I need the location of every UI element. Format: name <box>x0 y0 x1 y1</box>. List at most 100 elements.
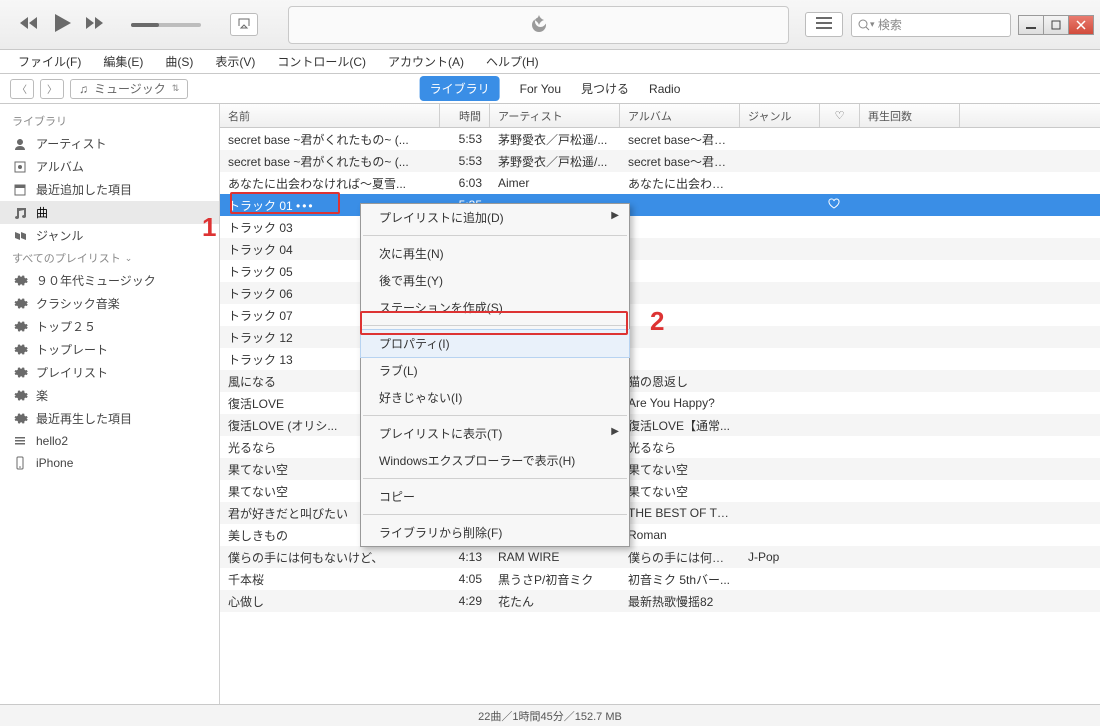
sidebar-pl-6[interactable]: 最近再生した項目 <box>0 407 219 430</box>
gear-icon <box>12 319 28 335</box>
next-icon[interactable] <box>86 16 106 33</box>
tab-radio[interactable]: Radio <box>649 82 680 96</box>
col-artist[interactable]: アーティスト <box>490 104 620 127</box>
sidebar-pl-4[interactable]: プレイリスト <box>0 361 219 384</box>
table-row[interactable]: 千本桜4:05黒うさP/初音ミク初音ミク 5thバー... <box>220 568 1100 590</box>
cell-album: 初音ミク 5thバー... <box>620 571 740 588</box>
sidebar-lib-0[interactable]: アーティスト <box>0 132 219 155</box>
chevron-down-icon: ⌄ <box>125 253 133 264</box>
sidebar-header-playlists[interactable]: すべてのプレイリスト⌄ <box>0 247 219 269</box>
ctx-play-later[interactable]: 後で再生(Y) <box>361 267 629 294</box>
table-row[interactable]: 風になる猫の恩返し <box>220 370 1100 392</box>
sidebar-icon <box>12 159 28 175</box>
sidebar-lib-4[interactable]: ジャンル <box>0 224 219 247</box>
table-row[interactable]: secret base ~君がくれたもの~ (...5:53茅野愛衣／戸松遥/.… <box>220 128 1100 150</box>
sidebar-lib-1[interactable]: アルバム <box>0 155 219 178</box>
ctx-add-to-playlist[interactable]: プレイリストに追加(D)▶ <box>361 204 629 231</box>
cell-time: 5:53 <box>440 132 490 146</box>
tab-library[interactable]: ライブラリ <box>420 76 500 101</box>
nav-back-button[interactable]: 〈 <box>10 79 34 99</box>
status-bar: 22曲／1時間45分／152.7 MB <box>0 704 1100 726</box>
table-row[interactable]: 光るなら光るなら <box>220 436 1100 458</box>
cell-time: 4:29 <box>440 594 490 608</box>
sidebar-pl-1[interactable]: クラシック音楽 <box>0 292 219 315</box>
col-heart[interactable]: ♡ <box>820 104 860 127</box>
cell-name: secret base ~君がくれたもの~ (... <box>220 153 440 170</box>
menu-song[interactable]: 曲(S) <box>159 51 199 72</box>
table-row[interactable]: 僕らの手には何もないけど、4:13RAM WIRE僕らの手には何も...J-Po… <box>220 546 1100 568</box>
tab-browse[interactable]: 見つける <box>581 80 629 97</box>
table-row[interactable]: トラック 13 <box>220 348 1100 370</box>
menu-view[interactable]: 表示(V) <box>209 51 261 72</box>
sidebar-pl-7[interactable]: hello2 <box>0 430 219 452</box>
ctx-play-next[interactable]: 次に再生(N) <box>361 240 629 267</box>
table-row[interactable]: トラック 04 <box>220 238 1100 260</box>
search-input[interactable]: ▾ 検索 <box>851 13 1011 37</box>
table-row[interactable]: 復活LOVE (オリシ...復活LOVE【通常... <box>220 414 1100 436</box>
col-time[interactable]: 時間 <box>440 104 490 127</box>
sidebar-lib-2[interactable]: 最近追加した項目 <box>0 178 219 201</box>
menu-help[interactable]: ヘルプ(H) <box>480 51 545 72</box>
menu-account[interactable]: アカウント(A) <box>382 51 470 72</box>
sidebar-pl-2[interactable]: トップ２５ <box>0 315 219 338</box>
col-plays[interactable]: 再生回数 <box>860 104 960 127</box>
table-row[interactable]: 心做し4:29花たん最新热歌慢摇82 <box>220 590 1100 612</box>
menu-file[interactable]: ファイル(F) <box>12 51 87 72</box>
table-row[interactable]: 復活LOVEAre You Happy? <box>220 392 1100 414</box>
table-row[interactable]: トラック 03 <box>220 216 1100 238</box>
airplay-button[interactable] <box>230 13 258 36</box>
gear-icon <box>12 388 28 404</box>
cell-album: 果てない空 <box>620 461 740 478</box>
ctx-properties[interactable]: プロパティ(I) <box>360 329 630 358</box>
cell-name: あなたに出会わなければ～夏雪... <box>220 175 440 192</box>
sidebar-pl-8[interactable]: iPhone <box>0 452 219 474</box>
maximize-button[interactable] <box>1043 15 1069 35</box>
submenu-arrow-icon: ▶ <box>611 426 619 437</box>
tab-foryou[interactable]: For You <box>520 82 561 96</box>
cell-heart[interactable] <box>820 198 860 213</box>
sidebar-icon <box>12 136 28 152</box>
col-name[interactable]: 名前 <box>220 104 440 127</box>
sidebar-item-label: ９０年代ミュージック <box>36 272 156 289</box>
ctx-create-station[interactable]: ステーションを作成(S) <box>361 294 629 321</box>
nav-forward-button[interactable]: 〉 <box>40 79 64 99</box>
col-genre[interactable]: ジャンル <box>740 104 820 127</box>
table-row[interactable]: 君が好きだと叫びたい3:50BAADTHE BEST OF TV A... <box>220 502 1100 524</box>
ctx-delete[interactable]: ライブラリから削除(F) <box>361 519 629 546</box>
ctx-love[interactable]: ラブ(L) <box>361 357 629 384</box>
ctx-show-in-explorer[interactable]: Windowsエクスプローラーで表示(H) <box>361 447 629 474</box>
cell-artist: Aimer <box>490 176 620 190</box>
ctx-show-in-playlist[interactable]: プレイリストに表示(T)▶ <box>361 420 629 447</box>
table-row[interactable]: 果てない空嵐果てない空 <box>220 480 1100 502</box>
close-button[interactable] <box>1068 15 1094 35</box>
sidebar-pl-3[interactable]: トップレート <box>0 338 219 361</box>
gear-icon <box>12 273 28 289</box>
music-icon: ♫ <box>79 82 88 96</box>
ctx-copy[interactable]: コピー <box>361 483 629 510</box>
list-view-button[interactable] <box>805 12 843 37</box>
col-album[interactable]: アルバム <box>620 104 740 127</box>
table-row[interactable]: トラック 01 •••5:35 <box>220 194 1100 216</box>
sidebar-pl-5[interactable]: 楽 <box>0 384 219 407</box>
gear-icon <box>12 342 28 358</box>
play-icon[interactable] <box>55 14 71 35</box>
now-playing-display <box>288 6 789 44</box>
ctx-dislike[interactable]: 好きじゃない(I) <box>361 384 629 411</box>
table-row[interactable]: 美しきもの6:34Sound HorizonRoman <box>220 524 1100 546</box>
cell-album: 果てない空 <box>620 483 740 500</box>
table-row[interactable]: 果てない空果てない空 <box>220 458 1100 480</box>
sidebar-lib-3[interactable]: 曲 <box>0 201 219 224</box>
menu-control[interactable]: コントロール(C) <box>271 51 372 72</box>
cell-album: THE BEST OF TV A... <box>620 506 740 520</box>
table-row[interactable]: トラック 06 <box>220 282 1100 304</box>
sidebar-item-label: 楽 <box>36 387 48 404</box>
table-row[interactable]: secret base ~君がくれたもの~ (...5:53茅野愛衣／戸松遥/.… <box>220 150 1100 172</box>
prev-icon[interactable] <box>20 16 40 33</box>
media-selector[interactable]: ♫ ミュージック ⇅ <box>70 79 188 99</box>
minimize-button[interactable] <box>1018 15 1044 35</box>
volume-slider[interactable] <box>131 23 201 27</box>
table-row[interactable]: あなたに出会わなければ～夏雪...6:03Aimerあなたに出会わな... <box>220 172 1100 194</box>
sidebar-pl-0[interactable]: ９０年代ミュージック <box>0 269 219 292</box>
menu-edit[interactable]: 編集(E) <box>97 51 149 72</box>
table-row[interactable]: トラック 05 <box>220 260 1100 282</box>
